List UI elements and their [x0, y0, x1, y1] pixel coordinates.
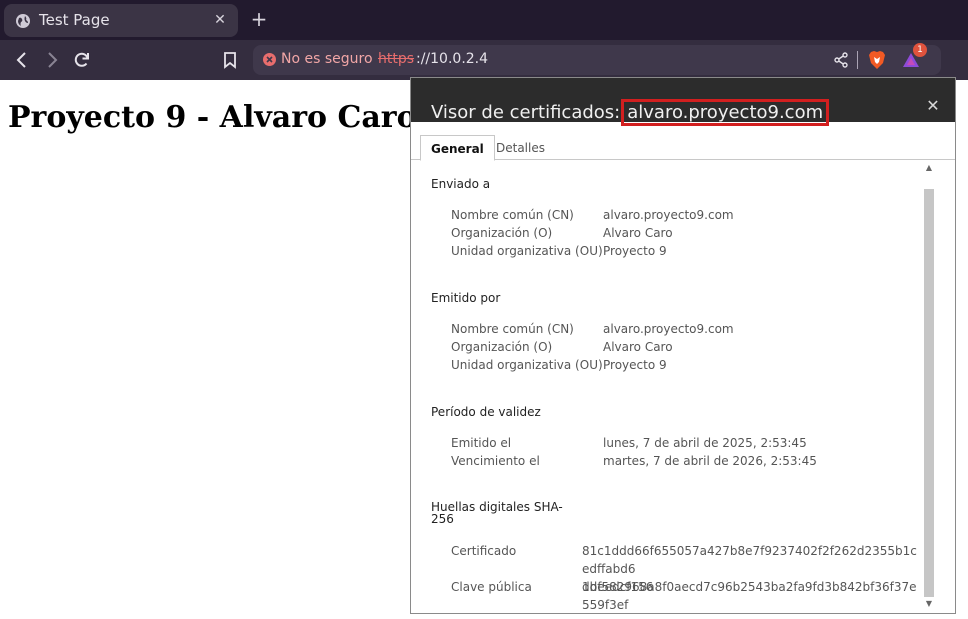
- field-value: alvaro.proyecto9.com: [603, 208, 734, 222]
- field-label: Clave pública: [451, 580, 532, 594]
- field-value: Proyecto 9: [603, 244, 667, 258]
- hash-line: 1df582968a8f0aecd7c96b2543ba2fa9fd3b842b…: [582, 580, 917, 612]
- scrollbar-thumb[interactable]: [924, 189, 934, 597]
- field-label: Certificado: [451, 544, 517, 558]
- dialog-title-prefix: Visor de certificados:: [431, 102, 621, 123]
- tab-close-icon[interactable]: ✕: [210, 10, 230, 30]
- field-label: Nombre común (CN): [451, 322, 574, 336]
- dialog-header: Visor de certificados: alvaro.proyecto9.c…: [411, 78, 955, 126]
- section-title-line: 256: [431, 512, 454, 526]
- address-bar[interactable]: No es seguro https ://10.0.2.4 1: [253, 43, 941, 75]
- bookmark-icon[interactable]: [220, 50, 240, 70]
- toolbar-divider: [857, 51, 858, 69]
- certificate-details: Enviado a Nombre común (CN) alvaro.proye…: [411, 161, 923, 613]
- security-label[interactable]: No es seguro: [281, 51, 373, 67]
- globe-icon: [16, 14, 30, 28]
- dialog-close-icon[interactable]: ✕: [925, 98, 941, 114]
- tab-general[interactable]: General: [420, 135, 495, 161]
- page-heading: Proyecto 9 - Alvaro Caro: [8, 100, 417, 135]
- dialog-scrollbar[interactable]: ▲ ▼: [923, 161, 935, 613]
- field-value: Proyecto 9: [603, 358, 667, 372]
- not-secure-icon[interactable]: [263, 53, 276, 66]
- field-label: Organización (O): [451, 226, 553, 240]
- field-label: Unidad organizativa (OU): [451, 358, 603, 372]
- tab-title: Test Page: [39, 11, 110, 29]
- field-value: Alvaro Caro: [603, 340, 673, 354]
- forward-icon[interactable]: [42, 50, 62, 70]
- browser-tab[interactable]: Test Page ✕: [4, 4, 238, 37]
- field-value: alvaro.proyecto9.com: [603, 322, 734, 336]
- brave-shields-icon[interactable]: [868, 50, 886, 70]
- back-icon[interactable]: [12, 50, 32, 70]
- field-label: Emitido el: [451, 436, 512, 450]
- field-label: Nombre común (CN): [451, 208, 574, 222]
- field-value: martes, 7 de abril de 2026, 2:53:45: [603, 454, 817, 468]
- reload-icon[interactable]: [72, 50, 92, 70]
- field-label: Organización (O): [451, 340, 553, 354]
- hash-line: 81c1ddd66f655057a427b8e7f9237402f2f262d2…: [582, 544, 917, 576]
- field-label: Vencimiento el: [451, 454, 540, 468]
- section-title-validity: Período de validez: [431, 405, 541, 419]
- section-title-fingerprints: Huellas digitales SHA- 256: [431, 501, 563, 525]
- dialog-tabs: General Detalles: [411, 122, 955, 161]
- field-value: 1df582968a8f0aecd7c96b2543ba2fa9fd3b842b…: [582, 578, 922, 613]
- url-scheme: https: [378, 51, 415, 67]
- section-title-issued-to: Enviado a: [431, 177, 491, 191]
- section-title-issued-by: Emitido por: [431, 291, 501, 305]
- url-host: ://10.0.2.4: [416, 51, 489, 67]
- scroll-up-icon[interactable]: ▲: [924, 163, 934, 173]
- scroll-down-icon[interactable]: ▼: [924, 599, 934, 609]
- field-value: lunes, 7 de abril de 2025, 2:53:45: [603, 436, 807, 450]
- share-icon[interactable]: [833, 52, 849, 68]
- rewards-badge: 1: [913, 43, 927, 57]
- tab-detalles[interactable]: Detalles: [486, 135, 555, 161]
- field-label: Unidad organizativa (OU): [451, 244, 603, 258]
- tab-strip: Test Page ✕ +: [0, 0, 968, 40]
- certificate-viewer-dialog: Visor de certificados: alvaro.proyecto9.c…: [410, 77, 956, 614]
- new-tab-button[interactable]: +: [249, 9, 269, 29]
- field-value: Alvaro Caro: [603, 226, 673, 240]
- toolbar: No es seguro https ://10.0.2.4 1: [0, 40, 968, 80]
